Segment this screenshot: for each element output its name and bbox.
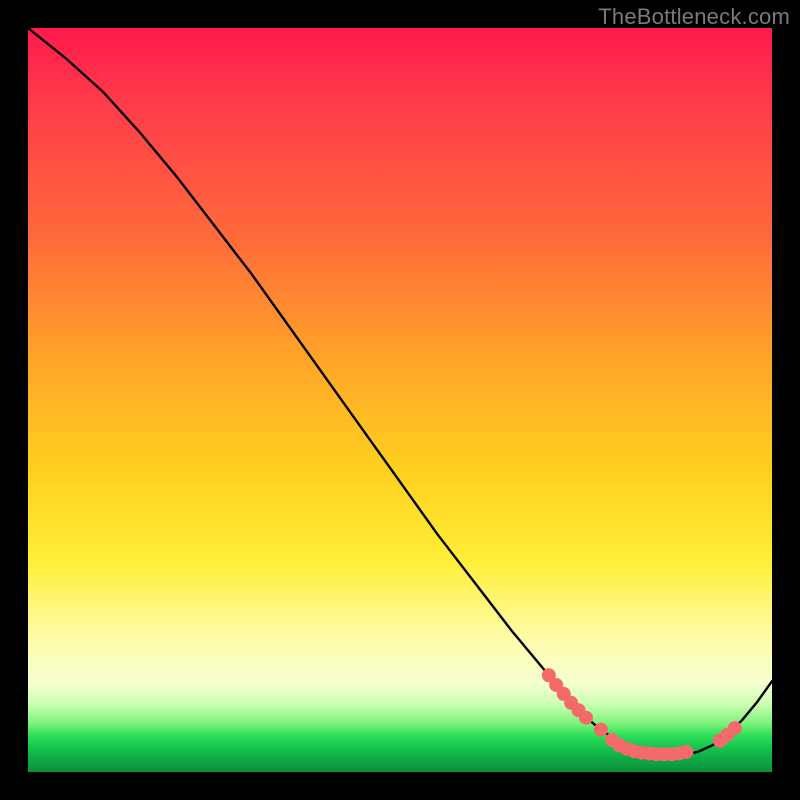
marker-dot (728, 721, 742, 735)
curve-line (28, 28, 772, 755)
highlight-markers (542, 668, 742, 761)
marker-dot (579, 711, 593, 725)
chart-overlay (28, 28, 772, 772)
attribution-text: TheBottleneck.com (598, 4, 790, 30)
plot-area (28, 28, 772, 772)
chart-stage: TheBottleneck.com (0, 0, 800, 800)
curve-path (28, 28, 772, 755)
marker-dot (594, 723, 608, 737)
marker-dot (679, 745, 693, 759)
